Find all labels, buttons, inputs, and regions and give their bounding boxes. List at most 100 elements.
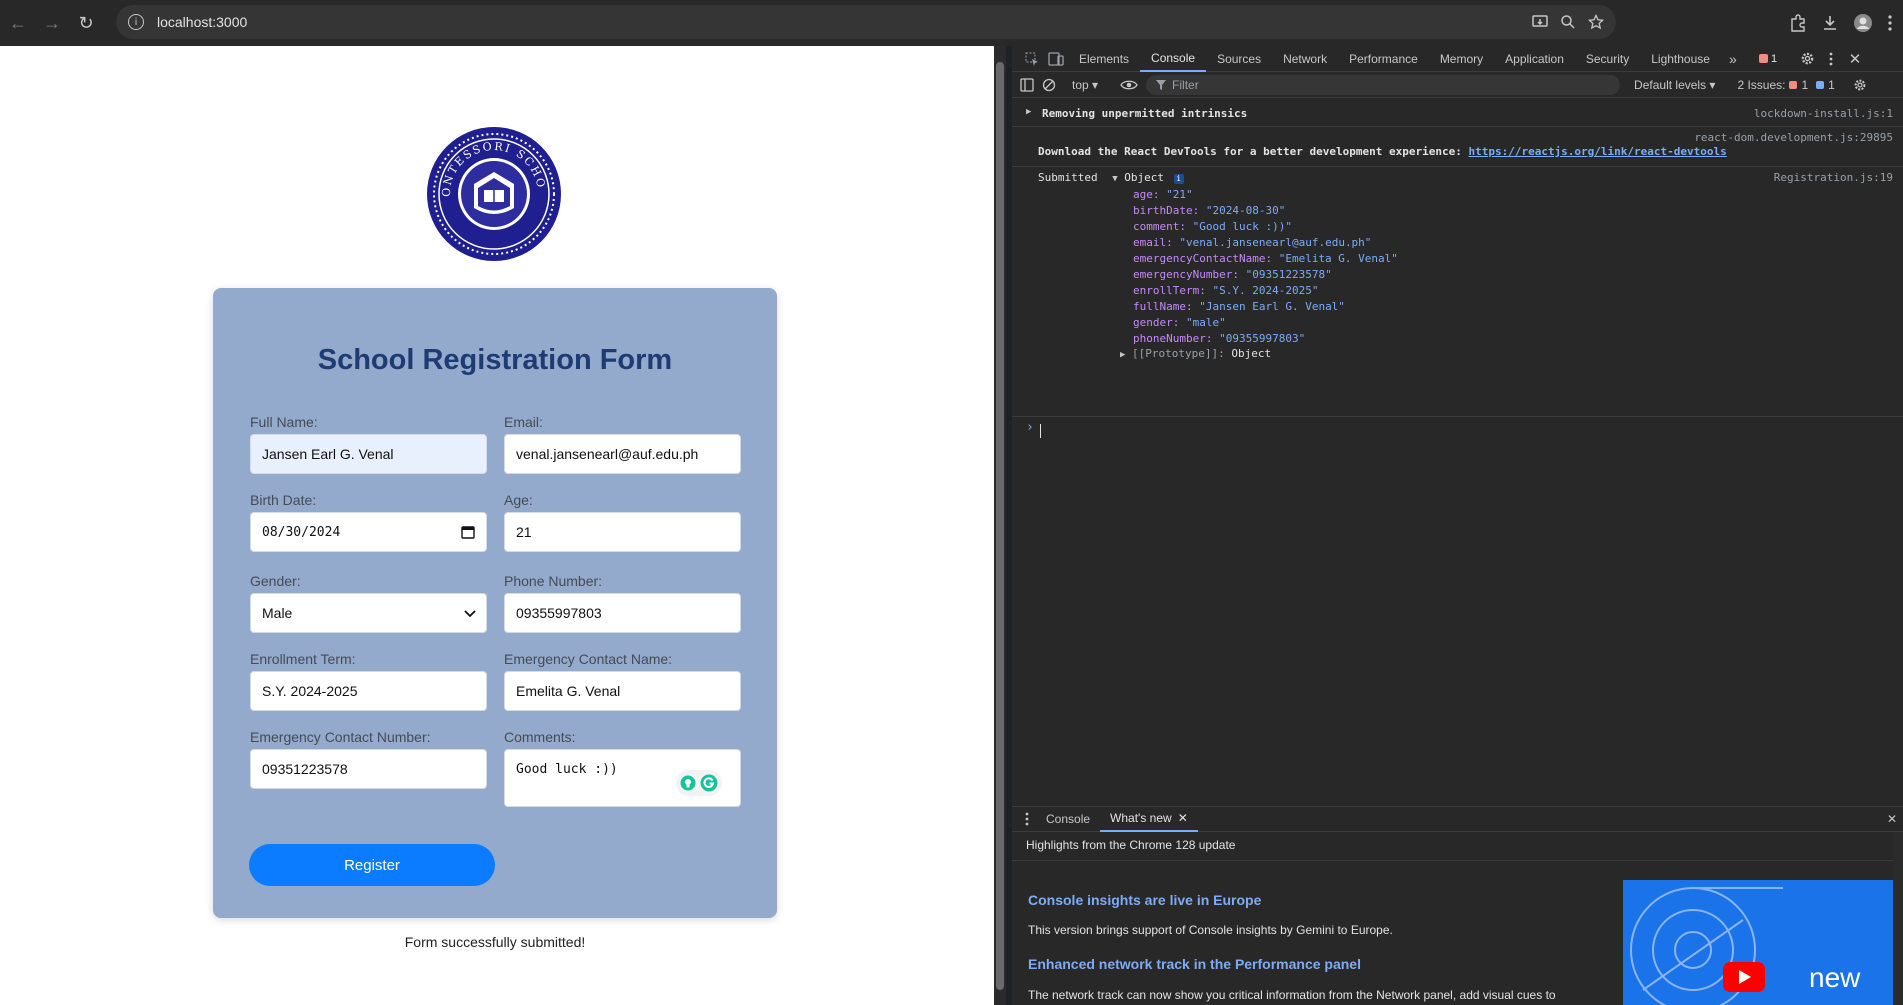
whats-new-item-title[interactable]: Console insights are live in Europe [1028, 892, 1261, 908]
console-text: Removing unpermitted intrinsics [1042, 107, 1248, 120]
grammarly-icon[interactable] [700, 774, 718, 792]
install-app-icon[interactable] [1532, 14, 1548, 30]
page-scrollbar[interactable] [994, 46, 1006, 1005]
error-counter[interactable]: 1 [1758, 53, 1777, 65]
log-levels-value: Default levels [1634, 77, 1707, 92]
birth-date-label: Birth Date: [250, 492, 317, 508]
more-tabs-icon[interactable]: » [1721, 46, 1745, 72]
console-filter-input[interactable]: Filter [1146, 74, 1621, 95]
devtools-panel: Elements Console Sources Network Perform… [1012, 46, 1903, 1005]
drawer-menu-icon[interactable] [1018, 812, 1036, 826]
console-source-link[interactable]: lockdown-install.js:1 [1754, 107, 1893, 120]
tab-application[interactable]: Application [1494, 46, 1575, 72]
object-property: gender: "male" [1133, 316, 1226, 329]
emergency-name-input[interactable]: Emelita G. Venal [504, 671, 741, 711]
close-tab-icon[interactable]: ✕ [1178, 811, 1188, 825]
comments-textarea[interactable]: Good luck :)) [504, 749, 741, 807]
tab-lighthouse[interactable]: Lighthouse [1640, 46, 1721, 72]
close-drawer-icon[interactable]: ✕ [1887, 812, 1897, 826]
prop-value: "2024-08-30" [1205, 204, 1286, 217]
enroll-term-value: S.Y. 2024-2025 [262, 683, 358, 699]
collapse-arrow-icon[interactable]: ▼ [1112, 174, 1117, 184]
prototype-row[interactable]: ▶ [[Prototype]]: Object [1120, 347, 1271, 360]
zoom-icon[interactable] [1560, 14, 1576, 30]
context-selector[interactable]: top ▾ [1072, 78, 1098, 92]
bookmark-star-icon[interactable] [1588, 14, 1604, 30]
drawer-tab-whats-new[interactable]: What's new ✕ [1100, 806, 1198, 832]
console-toolbar: top ▾ Filter Default levels ▾ 2 Issues: … [1012, 72, 1903, 98]
tab-security[interactable]: Security [1575, 46, 1640, 72]
drawer-scrollbar[interactable] [1893, 832, 1903, 1005]
sidebar-toggle-icon[interactable] [1020, 77, 1034, 92]
console-input[interactable] [1040, 424, 1041, 438]
tab-console[interactable]: Console [1140, 46, 1207, 72]
forward-icon[interactable]: → [35, 6, 69, 40]
issues-label: 2 Issues: [1737, 77, 1786, 92]
prop-key: emergencyNumber [1133, 268, 1233, 281]
clear-console-icon[interactable] [1042, 78, 1056, 92]
log-levels-dropdown[interactable]: Default levels ▾ [1634, 78, 1715, 92]
address-bar[interactable]: i localhost:3000 [116, 5, 1616, 39]
prototype-value: Object [1231, 347, 1272, 360]
expand-arrow-icon[interactable]: ▶ [1026, 107, 1031, 117]
devtools-tabbar: Elements Console Sources Network Perform… [1012, 46, 1903, 72]
phone-value: 09355997803 [516, 605, 602, 621]
whats-new-item-text: The network track can now show you criti… [1028, 988, 1556, 1002]
device-toolbar-icon[interactable] [1044, 46, 1068, 72]
downloads-icon[interactable] [1821, 14, 1839, 32]
object-label[interactable]: Object [1124, 171, 1164, 184]
drawer-tab-console[interactable]: Console [1036, 806, 1100, 832]
devtools-menu-icon[interactable] [1819, 46, 1843, 72]
inspect-element-icon[interactable] [1020, 46, 1044, 72]
gender-value: Male [262, 605, 293, 621]
phone-label: Phone Number: [504, 573, 603, 589]
birth-date-input[interactable]: 08/30/2024 [250, 512, 487, 552]
console-source-link[interactable]: react-dom.development.js:29895 [1694, 131, 1893, 144]
prop-value: "Emelita G. Venal" [1278, 252, 1398, 265]
whats-new-item-title[interactable]: Enhanced network track in the Performanc… [1028, 956, 1361, 972]
gender-select[interactable]: Male [250, 593, 487, 633]
prototype-key: [[Prototype]] [1132, 347, 1219, 360]
emergency-number-value: 09351223578 [262, 761, 348, 777]
live-expression-eye-icon[interactable] [1120, 79, 1138, 91]
email-input[interactable]: venal.jansenearl@auf.edu.ph [504, 434, 741, 474]
site-info-icon[interactable]: i [128, 14, 144, 30]
tab-performance[interactable]: Performance [1338, 46, 1429, 72]
context-value: top [1072, 77, 1089, 92]
emergency-number-input[interactable]: 09351223578 [250, 749, 487, 789]
full-name-input[interactable]: Jansen Earl G. Venal [250, 434, 487, 474]
object-property: emergencyContactName: "Emelita G. Venal" [1133, 252, 1398, 265]
drawer-tabbar: Console What's new ✕ ✕ [1012, 806, 1903, 832]
issues-counter[interactable]: 2 Issues: 1 1 [1737, 78, 1834, 92]
profile-avatar-icon[interactable] [1853, 13, 1873, 33]
phone-input[interactable]: 09355997803 [504, 593, 741, 633]
enroll-term-input[interactable]: S.Y. 2024-2025 [250, 671, 487, 711]
tab-memory[interactable]: Memory [1429, 46, 1494, 72]
extensions-icon[interactable] [1789, 14, 1807, 32]
chevron-down-icon [464, 610, 476, 618]
page-scrollbar-thumb[interactable] [996, 62, 1004, 990]
close-devtools-icon[interactable]: ✕ [1843, 46, 1867, 72]
tab-sources[interactable]: Sources [1206, 46, 1272, 72]
tab-elements[interactable]: Elements [1068, 46, 1140, 72]
chrome-menu-icon[interactable] [1887, 14, 1893, 32]
url-text: localhost:3000 [157, 14, 248, 30]
tab-network[interactable]: Network [1272, 46, 1338, 72]
console-settings-gear-icon[interactable] [1853, 78, 1867, 92]
whats-new-headline: Highlights from the Chrome 128 update [1026, 838, 1236, 852]
grammarly-widget[interactable] [676, 770, 722, 796]
calendar-icon[interactable] [461, 525, 475, 539]
back-icon[interactable]: ← [1, 6, 35, 40]
register-button[interactable]: Register [249, 844, 495, 886]
lightbulb-icon[interactable] [680, 775, 696, 791]
settings-gear-icon[interactable] [1795, 46, 1819, 72]
expand-arrow-icon[interactable]: ▶ [1120, 350, 1125, 360]
reload-icon[interactable]: ↻ [69, 6, 103, 40]
age-input[interactable]: 21 [504, 512, 741, 552]
enroll-term-label: Enrollment Term: [250, 651, 356, 667]
whats-new-video-thumbnail[interactable]: new [1623, 880, 1895, 1005]
emergency-number-label: Emergency Contact Number: [250, 729, 431, 745]
react-devtools-link[interactable]: https://reactjs.org/link/react-devtools [1468, 145, 1726, 158]
filter-placeholder: Filter [1172, 77, 1199, 92]
console-source-link[interactable]: Registration.js:19 [1774, 171, 1893, 184]
